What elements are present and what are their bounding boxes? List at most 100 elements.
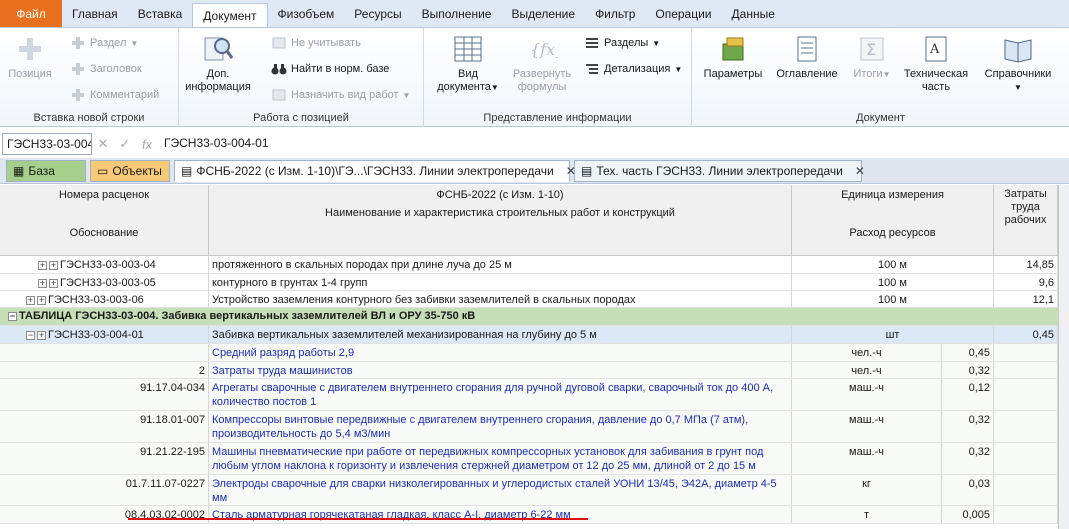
confirm-icon[interactable]: ✓ — [114, 136, 136, 152]
table-row-selected[interactable]: − + ГЭСН33-03-004-01 Забивка вертикальных … — [0, 326, 1069, 344]
menu-bar: Файл Главная Вставка Документ Физобъем Р… — [0, 0, 1069, 28]
group-title-position: Работа с позицией — [253, 112, 349, 124]
menu-execution[interactable]: Выполнение — [412, 0, 502, 27]
chevron-down-icon: ▼ — [490, 83, 499, 92]
collapse-icon[interactable]: − — [26, 330, 35, 340]
header-name[interactable]: ФСНБ-2022 (с Изм. 1-10) Наименование и х… — [209, 185, 792, 256]
formula-icon: {fx} — [526, 34, 565, 64]
header-codes[interactable]: Номера расценок Обоснование — [0, 185, 209, 256]
group-insert: Позиция Раздел ▼ Заголовок Комментарий Вс… — [0, 28, 179, 127]
expand-icon[interactable]: + — [37, 330, 46, 340]
resource-row[interactable]: 91.21.22-195 Машины пневматические при р… — [0, 443, 1069, 475]
params-icon — [717, 34, 749, 64]
add-heading-icon — [70, 62, 86, 76]
group-title-insert: Вставка новой строки — [33, 112, 145, 124]
chevron-down-icon: ▼ — [1014, 83, 1022, 92]
refs-button[interactable]: Справочники ▼ — [978, 34, 1058, 94]
table-header: Номера расценок Обоснование ФСНБ-2022 (с… — [0, 185, 1069, 256]
cancel-icon[interactable]: ✕ — [92, 136, 114, 152]
ignore-button[interactable]: Не учитывать — [271, 36, 361, 50]
expand-formulas-button[interactable]: {fx} Развернуть формулы — [506, 34, 578, 94]
table-row[interactable]: + + ГЭСН33-03-003-06 Устройство заземления… — [0, 291, 1069, 308]
formula-bar: ГЭСН33-03-004 ✕ ✓ fx ГЭСН33-03-004-01 — [0, 131, 1069, 157]
totals-button[interactable]: Σ Итоги▼ — [842, 34, 902, 81]
resource-row[interactable]: Средний разряд работы 2,9 чел.-ч 0,45 — [0, 344, 1069, 362]
chevron-down-icon: ▼ — [402, 90, 411, 100]
assign-work-button[interactable]: Назначить вид работ ▼ — [271, 88, 410, 102]
header-unit[interactable]: Единица измерения Расход ресурсов — [792, 185, 994, 256]
svg-text:A: A — [929, 42, 940, 57]
menu-insert[interactable]: Вставка — [128, 0, 193, 27]
group-position: Доп. информация Не учитывать Найти в нор… — [179, 28, 424, 127]
params-button[interactable]: Параметры — [698, 34, 768, 81]
database-icon: ▦ — [13, 164, 25, 178]
add-section-icon — [70, 36, 86, 50]
ignore-icon — [271, 36, 287, 50]
ribbon: Позиция Раздел ▼ Заголовок Комментарий Вс… — [0, 28, 1069, 127]
find-norm-button[interactable]: Найти в норм. базе — [271, 62, 389, 76]
menu-operations[interactable]: Операции — [645, 0, 721, 27]
close-icon[interactable]: ✕ — [855, 164, 865, 178]
document-icon: ▤ — [181, 164, 193, 178]
chevron-down-icon: ▼ — [674, 64, 683, 74]
doc-view-button[interactable]: Вид документа▼ — [432, 34, 504, 94]
tech-part-button[interactable]: A Техническая часть — [898, 34, 974, 94]
group-title-view: Представление информации — [483, 112, 632, 124]
table-view-icon — [452, 34, 484, 64]
resource-row[interactable]: 91.18.01-007 Компрессоры винтовые передв… — [0, 411, 1069, 443]
resource-row[interactable]: 2 Затраты труда машинистов чел.-ч 0,32 — [0, 362, 1069, 379]
position-button[interactable]: Позиция — [6, 34, 54, 81]
expand-icon[interactable]: + — [37, 295, 46, 305]
menu-resources[interactable]: Ресурсы — [344, 0, 411, 27]
expand-icon[interactable]: + — [49, 278, 58, 288]
heading-button[interactable]: Заголовок — [70, 62, 142, 76]
vertical-scrollbar[interactable] — [1058, 185, 1069, 529]
collapse-icon[interactable]: − — [8, 311, 17, 321]
menu-selection[interactable]: Выделение — [501, 0, 585, 27]
expand-icon[interactable]: + — [49, 260, 58, 270]
detail-dropdown[interactable]: Детализация ▼ — [584, 62, 682, 76]
menu-file[interactable]: Файл — [0, 0, 62, 27]
add-position-icon — [14, 34, 46, 64]
section-button[interactable]: Раздел ▼ — [70, 36, 138, 50]
menu-filter[interactable]: Фильтр — [585, 0, 645, 27]
resource-row[interactable]: 08.4.03.02-0002 Сталь арматурная горячек… — [0, 506, 1069, 524]
chevron-down-icon: ▼ — [652, 38, 661, 48]
section-row[interactable]: − ТАБЛИЦА ГЭСН33-03-004. Забивка вертикал… — [0, 308, 1069, 326]
expand-icon[interactable]: + — [38, 260, 47, 270]
comment-button[interactable]: Комментарий — [70, 88, 159, 102]
expand-icon[interactable]: + — [26, 295, 35, 305]
resource-row[interactable]: 91.17.04-034 Агрегаты сварочные с двигат… — [0, 379, 1069, 411]
book-icon — [1002, 34, 1034, 64]
table-row[interactable]: + + ГЭСН33-03-003-05 контурного в грунтах … — [0, 274, 1069, 291]
fx-icon[interactable]: fx — [136, 137, 158, 152]
chevron-down-icon: ▼ — [130, 38, 139, 48]
header-labor[interactable]: Затраты труда рабочих — [994, 185, 1058, 256]
sections-icon — [584, 36, 600, 50]
formula-value[interactable]: ГЭСН33-03-004-01 — [158, 133, 1069, 155]
group-title-document: Документ — [856, 112, 905, 124]
tabs-row: ▦ База ▭ Объекты ▤ ФСНБ-2022 (с Изм. 1-1… — [0, 158, 1069, 184]
dop-info-button[interactable]: Доп. информация — [185, 34, 251, 94]
tab-base[interactable]: ▦ База — [6, 160, 86, 182]
cell-ref-box[interactable]: ГЭСН33-03-004 — [2, 133, 92, 155]
magnifier-icon — [202, 34, 234, 64]
menu-physvolume[interactable]: Физобъем — [268, 0, 345, 27]
menu-data[interactable]: Данные — [722, 0, 785, 27]
add-comment-icon — [70, 88, 86, 102]
resource-row[interactable]: 01.7.11.07-0227 Электроды сварочные для … — [0, 475, 1069, 506]
document-icon: ▤ — [581, 164, 593, 178]
table-row[interactable]: + + ГЭСН33-03-003-04 протяженного в скальн… — [0, 256, 1069, 274]
sections-dropdown[interactable]: Разделы ▼ — [584, 36, 660, 50]
toc-icon — [791, 34, 823, 64]
toc-button[interactable]: Оглавление — [772, 34, 842, 81]
menu-home[interactable]: Главная — [62, 0, 128, 27]
group-document: Параметры Оглавление Σ Итоги▼ A Техничес… — [692, 28, 1069, 127]
tab-document[interactable]: ▤ ФСНБ-2022 (с Изм. 1-10)\ГЭ...\ГЭСН33. … — [174, 160, 576, 182]
binoculars-icon — [271, 62, 287, 76]
expand-icon[interactable]: + — [38, 278, 47, 288]
svg-text:{fx}: {fx} — [530, 40, 558, 59]
tab-objects[interactable]: ▭ Объекты — [90, 160, 170, 182]
tab-tech-part[interactable]: ▤ Тех. часть ГЭСН33. Линии электропереда… — [574, 160, 865, 182]
menu-document[interactable]: Документ — [192, 3, 268, 27]
